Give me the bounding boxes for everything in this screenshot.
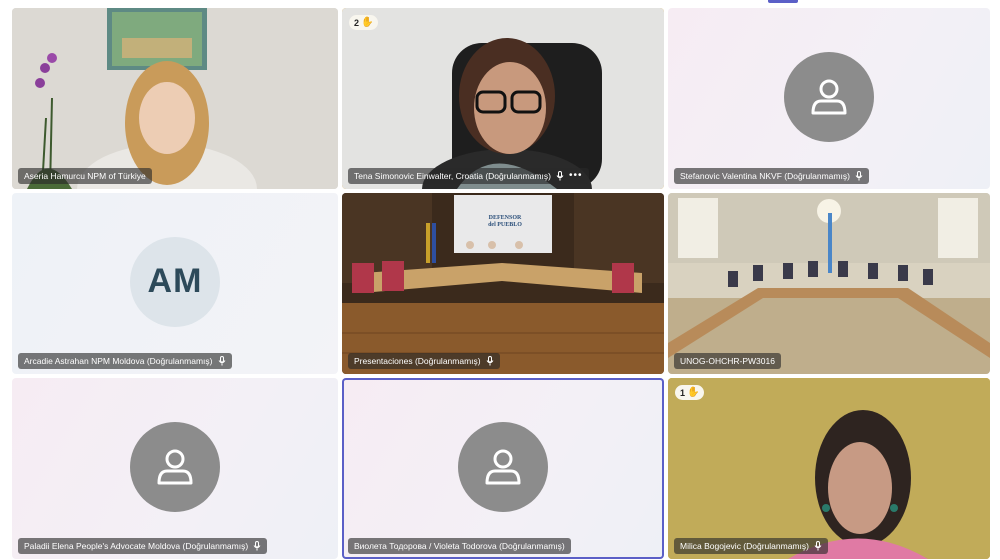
participant-name: Arcadie Astrahan NPM Moldova (Doğrulanma… xyxy=(24,356,213,366)
participant-tile-violeta[interactable]: Виолета Тодорова / Violeta Todorova (Doğ… xyxy=(342,378,664,559)
participant-name: Виолета Тодорова / Violeta Todorova (Doğ… xyxy=(354,541,565,551)
more-options-icon[interactable]: ••• xyxy=(569,171,583,181)
name-label: Виолета Тодорова / Violeta Todorova (Doğ… xyxy=(348,538,571,554)
raised-hand-badge: 1 ✋ xyxy=(675,385,705,400)
participant-tile-milica[interactable]: 1 ✋ Milica Bogojevic (Doğrulanmamış) xyxy=(668,378,990,559)
avatar-initials: AM xyxy=(130,236,220,327)
participant-name: UNOG-OHCHR-PW3016 xyxy=(680,356,775,366)
raised-hand-icon: ✋ xyxy=(361,17,374,28)
mic-icon xyxy=(814,541,822,551)
participant-name: Tena Simonovic Einwalter, Croatia (Doğru… xyxy=(354,171,551,181)
name-label: Arcadie Astrahan NPM Moldova (Doğrulanma… xyxy=(18,353,232,369)
mic-icon xyxy=(218,356,226,366)
mic-icon xyxy=(253,541,261,551)
hand-order: 2 xyxy=(354,17,360,28)
video-feed xyxy=(668,193,990,374)
avatar-placeholder xyxy=(130,421,220,512)
raised-hand-badge: 2 ✋ xyxy=(349,15,379,30)
mic-icon xyxy=(486,356,494,366)
name-label: Stefanovic Valentina NKVF (Doğrulanmamış… xyxy=(674,168,869,184)
person-icon xyxy=(157,449,193,484)
mic-icon xyxy=(556,171,564,181)
name-label: Presentaciones (Doğrulanmamış) xyxy=(348,353,500,369)
video-feed xyxy=(668,378,990,559)
participant-name: Aseria Hamurcu NPM of Türkiye xyxy=(24,171,146,181)
name-label: Tena Simonovic Einwalter, Croatia (Doğru… xyxy=(348,168,589,184)
participant-tile-arcadie[interactable]: AM Arcadie Astrahan NPM Moldova (Doğrula… xyxy=(12,193,338,374)
video-feed xyxy=(12,8,338,189)
participant-tile-stefanovic[interactable]: Stefanovic Valentina NKVF (Doğrulanmamış… xyxy=(668,8,990,189)
room-sign-line2: del PUEBLO xyxy=(488,222,522,228)
hand-order: 1 xyxy=(680,387,686,398)
name-label: Aseria Hamurcu NPM of Türkiye xyxy=(18,168,152,184)
participant-name: Milica Bogojevic (Doğrulanmamış) xyxy=(680,541,809,551)
participant-name: Presentaciones (Doğrulanmamış) xyxy=(354,356,481,366)
raised-hand-icon: ✋ xyxy=(687,387,700,398)
room-sign-line1: DEFENSOR xyxy=(488,215,522,221)
video-grid: Aseria Hamurcu NPM of Türkiye 2 ✋ Tena S… xyxy=(12,8,990,559)
name-label: Milica Bogojevic (Doğrulanmamış) xyxy=(674,538,828,554)
active-view-indicator xyxy=(768,0,798,3)
participant-name: Paladii Elena People's Advocate Moldova … xyxy=(24,541,249,551)
name-label: UNOG-OHCHR-PW3016 xyxy=(674,353,781,369)
mic-icon xyxy=(855,171,863,181)
participant-tile-tena[interactable]: 2 ✋ Tena Simonovic Einwalter, Croatia (D… xyxy=(342,8,664,189)
person-icon xyxy=(485,449,521,484)
room-sign: DEFENSOR del PUEBLO xyxy=(472,215,538,229)
participant-tile-presentaciones[interactable]: DEFENSOR del PUEBLO Presentaciones (Doğr… xyxy=(342,193,664,374)
person-icon xyxy=(811,79,847,114)
avatar-placeholder xyxy=(458,421,548,512)
participant-name: Stefanovic Valentina NKVF (Doğrulanmamış… xyxy=(680,171,850,181)
video-feed xyxy=(342,8,664,189)
name-label: Paladii Elena People's Advocate Moldova … xyxy=(18,538,268,554)
participant-tile-unog[interactable]: UNOG-OHCHR-PW3016 xyxy=(668,193,990,374)
avatar-placeholder xyxy=(784,51,874,142)
participant-tile-paladii[interactable]: Paladii Elena People's Advocate Moldova … xyxy=(12,378,338,559)
participant-tile-aseria[interactable]: Aseria Hamurcu NPM of Türkiye xyxy=(12,8,338,189)
